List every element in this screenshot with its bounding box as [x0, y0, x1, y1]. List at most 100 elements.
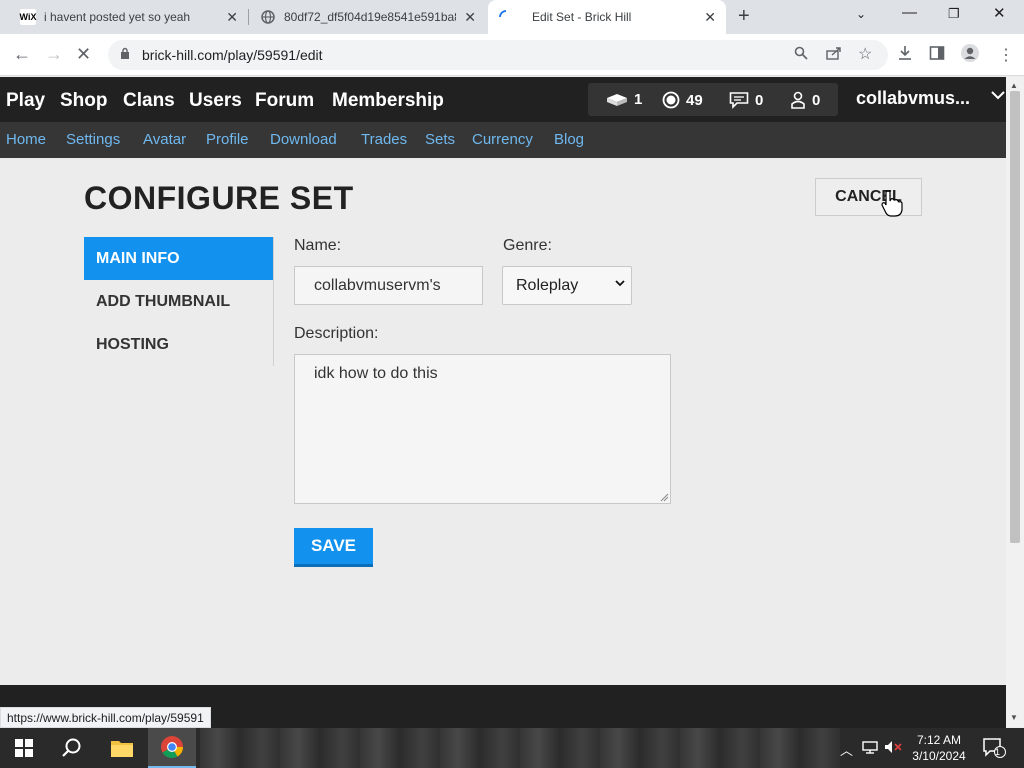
nav-users[interactable]: Users	[189, 90, 242, 112]
search-icon	[62, 738, 81, 757]
nav-forum[interactable]: Forum	[255, 90, 314, 112]
resize-grip-icon[interactable]	[659, 492, 669, 502]
friend-request-icon	[791, 91, 805, 109]
nav-shop[interactable]: Shop	[60, 90, 108, 112]
bits-stat[interactable]: 49	[662, 91, 703, 109]
globe-icon	[260, 9, 276, 25]
window-close-icon[interactable]: ✕	[993, 4, 1006, 22]
scrollbar-thumb[interactable]	[1010, 91, 1020, 543]
taskbar-chrome[interactable]	[148, 728, 196, 768]
link-status-url: https://www.brick-hill.com/play/59591	[0, 707, 211, 728]
genre-label: Genre:	[503, 237, 552, 254]
browser-tab-file[interactable]: 80df72_df5f04d19e8541e591ba8 ✕	[252, 0, 486, 34]
side-panel-icon[interactable]	[929, 45, 945, 66]
menu-kebab-icon[interactable]: ⋮	[998, 45, 1014, 65]
brick-icon	[607, 93, 627, 106]
url-text: brick-hill.com/play/59591/edit	[142, 47, 323, 63]
subnav-profile[interactable]: Profile	[206, 131, 249, 148]
taskbar-file-explorer[interactable]	[98, 728, 146, 768]
genre-select[interactable]: Roleplay	[502, 266, 632, 305]
close-tab-icon[interactable]: ✕	[704, 9, 716, 26]
friends-count: 0	[812, 91, 821, 109]
nav-membership[interactable]: Membership	[332, 90, 444, 112]
page-title: CONFIGURE SET	[84, 180, 354, 216]
subnav-download[interactable]: Download	[270, 131, 337, 148]
close-tab-icon[interactable]: ✕	[464, 9, 476, 26]
name-input[interactable]: collabvmuservm's	[294, 266, 483, 305]
username-dropdown[interactable]: collabvmus...	[856, 88, 970, 109]
messages-count: 0	[755, 91, 764, 109]
subnav-avatar[interactable]: Avatar	[143, 131, 186, 148]
subnav-sets[interactable]: Sets	[425, 131, 455, 148]
tab-separator	[248, 9, 249, 25]
forward-arrow-icon[interactable]: →	[45, 44, 63, 65]
nav-play[interactable]: Play	[6, 90, 45, 112]
stop-loading-icon[interactable]: ✕	[76, 44, 91, 65]
browser-tab-active[interactable]: Edit Set - Brick Hill ✕	[488, 0, 726, 34]
subnav-home[interactable]: Home	[6, 131, 46, 148]
user-stats-bar: 1 49 0 0	[588, 83, 838, 116]
bits-count: 49	[686, 91, 703, 109]
tray-overflow-chevron-icon[interactable]: ︿	[840, 740, 853, 759]
subnav-trades[interactable]: Trades	[361, 131, 407, 148]
download-icon[interactable]	[897, 45, 913, 66]
close-tab-icon[interactable]: ✕	[226, 9, 238, 26]
browser-toolbar: ← → ✕ brick-hill.com/play/59591/edit ☆ ⋮	[0, 34, 1024, 76]
action-center-button[interactable]	[982, 737, 1006, 762]
genre-selected-value: Roleplay	[516, 276, 579, 294]
windows-logo-icon	[15, 739, 33, 757]
start-button[interactable]	[0, 728, 48, 768]
save-label: SAVE	[310, 536, 357, 555]
description-text: idk how to do this	[314, 365, 438, 382]
tab-add-thumbnail[interactable]: ADD THUMBNAIL	[84, 280, 273, 323]
hand-cursor-icon	[881, 190, 903, 217]
search-icon[interactable]	[794, 46, 808, 63]
minimize-icon[interactable]: —	[902, 4, 917, 21]
scroll-up-arrow-icon[interactable]: ▲	[1010, 81, 1018, 90]
subnav-blog[interactable]: Blog	[554, 131, 584, 148]
chrome-icon	[161, 736, 183, 758]
share-icon[interactable]	[826, 46, 842, 63]
nav-clans[interactable]: Clans	[123, 90, 175, 112]
bits-coin-icon	[662, 91, 680, 109]
browser-tab-wix[interactable]: WiX i havent posted yet so yeah ✕	[12, 0, 248, 34]
bricks-count: 1	[634, 91, 643, 108]
system-clock[interactable]: 7:12 AM 3/10/2024	[906, 732, 972, 764]
lock-icon	[121, 47, 129, 59]
friends-stat[interactable]: 0	[790, 91, 820, 109]
folder-icon	[111, 741, 133, 757]
taskbar-search-button[interactable]	[48, 728, 96, 768]
bookmark-star-icon[interactable]: ☆	[858, 44, 872, 64]
tab-search-chevron-icon[interactable]: ⌄	[856, 7, 866, 21]
volume-muted-icon[interactable]	[884, 740, 902, 757]
page-scrollbar[interactable]: ▲ ▼	[1006, 77, 1024, 727]
description-label: Description:	[294, 325, 379, 342]
subnav-settings[interactable]: Settings	[66, 131, 120, 148]
taskbar-wallpaper-pattern	[200, 728, 840, 768]
site-sub-nav: Home Settings Avatar Profile Download Tr…	[0, 122, 1006, 158]
chevron-down-icon[interactable]	[990, 88, 1006, 104]
save-button[interactable]: SAVE	[294, 528, 373, 567]
clock-date: 3/10/2024	[912, 749, 966, 763]
name-label: Name:	[294, 237, 342, 254]
restore-icon[interactable]: ❐	[948, 6, 960, 22]
subnav-currency[interactable]: Currency	[472, 131, 533, 148]
address-bar[interactable]: brick-hill.com/play/59591/edit ☆	[108, 40, 888, 70]
back-arrow-icon[interactable]: ←	[13, 44, 31, 65]
new-tab-button[interactable]: +	[738, 5, 750, 28]
scroll-down-arrow-icon[interactable]: ▼	[1010, 713, 1018, 722]
tab-main-info[interactable]: MAIN INFO	[84, 237, 273, 280]
tab-title: Edit Set - Brick Hill	[532, 10, 632, 24]
profile-avatar-icon[interactable]	[960, 43, 980, 68]
wix-icon: WiX	[20, 9, 36, 25]
tab-hosting[interactable]: HOSTING	[84, 323, 273, 366]
message-icon	[729, 92, 749, 109]
bricks-stat[interactable]: 1	[606, 91, 642, 108]
description-textarea[interactable]: idk how to do this	[294, 354, 671, 504]
loading-spinner-icon	[498, 9, 514, 25]
messages-stat[interactable]: 0	[729, 91, 763, 109]
select-chevron-icon	[615, 278, 625, 290]
network-icon[interactable]	[862, 740, 878, 757]
cancel-button[interactable]: CANCEL	[815, 178, 922, 216]
config-side-tabs: MAIN INFO ADD THUMBNAIL HOSTING	[84, 237, 274, 366]
